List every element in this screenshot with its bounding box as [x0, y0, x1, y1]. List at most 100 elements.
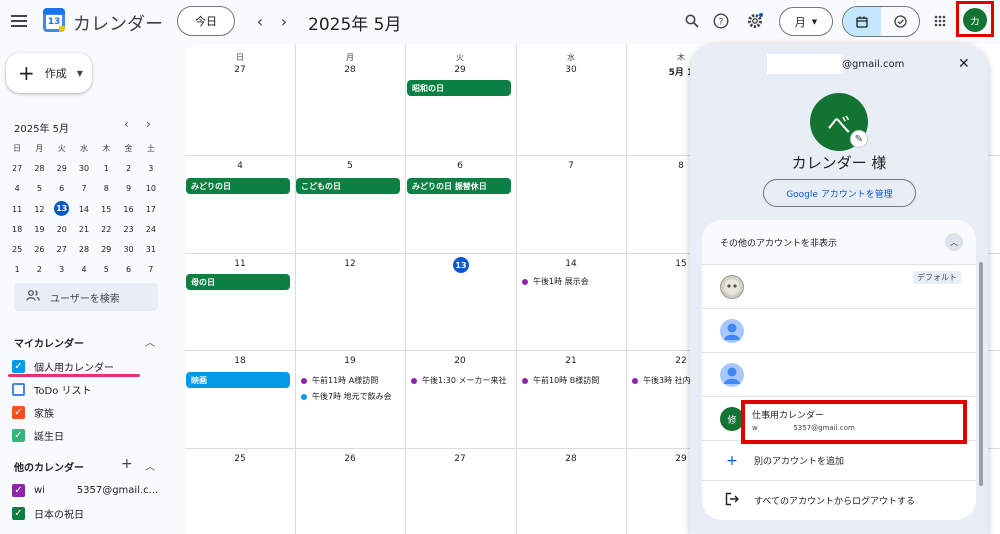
- event-chip[interactable]: みどりの日 振替休日: [407, 178, 511, 194]
- checkbox-unchecked-icon[interactable]: [12, 382, 25, 396]
- timed-event[interactable]: 午後1時 展示会: [522, 276, 622, 287]
- mini-day[interactable]: 29: [95, 239, 117, 259]
- mini-prev-icon[interactable]: ‹: [124, 117, 129, 131]
- event-chip[interactable]: 映画: [186, 372, 290, 388]
- mini-day[interactable]: 18: [6, 219, 28, 239]
- view-select-button[interactable]: 月 ▼: [779, 7, 833, 36]
- apps-grid-icon[interactable]: [931, 12, 949, 30]
- date-number[interactable]: 29: [405, 65, 515, 75]
- mini-day[interactable]: 8: [95, 179, 117, 199]
- mini-day[interactable]: 5: [28, 179, 50, 199]
- mini-day[interactable]: 22: [95, 219, 117, 239]
- event-chip[interactable]: 母の日: [186, 274, 290, 290]
- mini-day[interactable]: 28: [73, 239, 95, 259]
- mini-day[interactable]: 2: [117, 158, 139, 178]
- search-icon[interactable]: [682, 11, 702, 31]
- mini-day[interactable]: 3: [51, 260, 73, 280]
- account-avatar[interactable]: カ: [963, 8, 987, 32]
- mini-day[interactable]: 21: [73, 219, 95, 239]
- today-button[interactable]: 今日: [177, 6, 235, 36]
- date-number[interactable]: 5: [295, 161, 405, 171]
- chevron-up-icon[interactable]: ︿: [145, 334, 155, 349]
- timed-event[interactable]: 午後1:30 メーカー来社: [411, 375, 511, 386]
- mini-day[interactable]: 2: [28, 260, 50, 280]
- mini-day[interactable]: 16: [117, 199, 139, 219]
- logout-all-button[interactable]: すべてのアカウントからログアウトする: [702, 480, 976, 520]
- timed-event[interactable]: 午前10時 B様訪問: [522, 375, 622, 386]
- date-number[interactable]: 19: [295, 356, 405, 366]
- calendar-view-icon[interactable]: [843, 7, 881, 36]
- calendar-item[interactable]: ✓ 誕生日: [12, 426, 64, 444]
- mini-day[interactable]: 3: [140, 158, 162, 178]
- timed-event[interactable]: 午前11時 A様訪問: [301, 375, 405, 386]
- event-chip[interactable]: こどもの日: [296, 178, 400, 194]
- mini-day[interactable]: 23: [117, 219, 139, 239]
- mini-day[interactable]: 14: [73, 199, 95, 219]
- settings-gear-icon[interactable]: [745, 11, 765, 31]
- mini-day[interactable]: 12: [28, 199, 50, 219]
- mini-day[interactable]: 27: [6, 158, 28, 178]
- mini-day[interactable]: 25: [6, 239, 28, 259]
- help-icon[interactable]: ?: [711, 11, 731, 31]
- mini-day[interactable]: 26: [28, 239, 50, 259]
- calendar-item[interactable]: ✓ 個人用カレンダー: [12, 357, 114, 375]
- mini-day[interactable]: 4: [73, 260, 95, 280]
- manage-account-button[interactable]: Google アカウントを管理: [763, 179, 916, 207]
- date-number[interactable]: 26: [295, 454, 405, 464]
- date-number[interactable]: 20: [405, 356, 515, 366]
- checkbox-checked-icon[interactable]: ✓: [12, 359, 25, 373]
- date-number[interactable]: 21: [516, 356, 626, 366]
- create-button[interactable]: + 作成 ▼: [6, 53, 92, 93]
- date-number[interactable]: 25: [185, 454, 295, 464]
- date-number[interactable]: 28: [295, 65, 405, 75]
- date-number[interactable]: 4: [185, 161, 295, 171]
- tasks-view-icon[interactable]: [881, 7, 919, 36]
- mini-next-icon[interactable]: ›: [146, 117, 151, 131]
- event-chip[interactable]: 昭和の日: [407, 80, 511, 96]
- mini-day[interactable]: 7: [73, 179, 95, 199]
- chevron-up-icon[interactable]: ︿: [945, 233, 963, 251]
- timed-event[interactable]: 午後3時 社内: [632, 375, 690, 386]
- checkbox-checked-icon[interactable]: ✓: [12, 483, 25, 497]
- prev-month-icon[interactable]: ‹: [251, 11, 269, 31]
- checkbox-checked-icon[interactable]: ✓: [12, 405, 25, 419]
- mini-day[interactable]: 20: [51, 219, 73, 239]
- account-row[interactable]: [702, 352, 976, 396]
- checkbox-checked-icon[interactable]: ✓: [12, 428, 25, 442]
- calendar-item[interactable]: ✓ 日本の祝日: [12, 504, 84, 522]
- mini-day[interactable]: 24: [140, 219, 162, 239]
- mini-day[interactable]: 31: [140, 239, 162, 259]
- calendar-item[interactable]: ✓ 家族: [12, 403, 54, 421]
- date-number[interactable]: 27: [185, 65, 295, 75]
- add-account-button[interactable]: + 別のアカウントを追加: [702, 440, 976, 480]
- date-number[interactable]: 14: [516, 259, 626, 269]
- calendar-item[interactable]: ToDo リスト: [12, 380, 92, 398]
- mini-day-selected[interactable]: 13: [54, 200, 70, 216]
- mini-day[interactable]: 4: [6, 179, 28, 199]
- next-month-icon[interactable]: ›: [275, 11, 293, 31]
- account-row[interactable]: [702, 308, 976, 352]
- hide-accounts-toggle[interactable]: その他のアカウントを非表示: [702, 220, 976, 264]
- mini-day[interactable]: 17: [140, 199, 162, 219]
- mini-day[interactable]: 28: [28, 158, 50, 178]
- date-number[interactable]: 11: [185, 259, 295, 269]
- account-row[interactable]: デフォルト: [702, 264, 976, 308]
- date-number[interactable]: 7: [516, 161, 626, 171]
- edit-pencil-icon[interactable]: ✎: [850, 130, 868, 148]
- mini-day[interactable]: 15: [95, 199, 117, 219]
- mini-day[interactable]: 10: [140, 179, 162, 199]
- checkbox-checked-icon[interactable]: ✓: [12, 506, 25, 520]
- calendar-item[interactable]: ✓ wi 5357@gmail.c...: [12, 481, 158, 499]
- mini-day[interactable]: 11: [6, 199, 28, 219]
- main-menu-icon[interactable]: [8, 10, 30, 32]
- date-number[interactable]: 28: [516, 454, 626, 464]
- chevron-up-icon[interactable]: ︿: [145, 458, 155, 473]
- mini-day[interactable]: 6: [51, 179, 73, 199]
- mini-day[interactable]: 9: [117, 179, 139, 199]
- mini-day[interactable]: 6: [117, 260, 139, 280]
- mini-day[interactable]: 5: [95, 260, 117, 280]
- date-number[interactable]: 6: [405, 161, 515, 171]
- date-number[interactable]: 27: [405, 454, 515, 464]
- mini-day[interactable]: 30: [117, 239, 139, 259]
- date-number[interactable]: 18: [185, 356, 295, 366]
